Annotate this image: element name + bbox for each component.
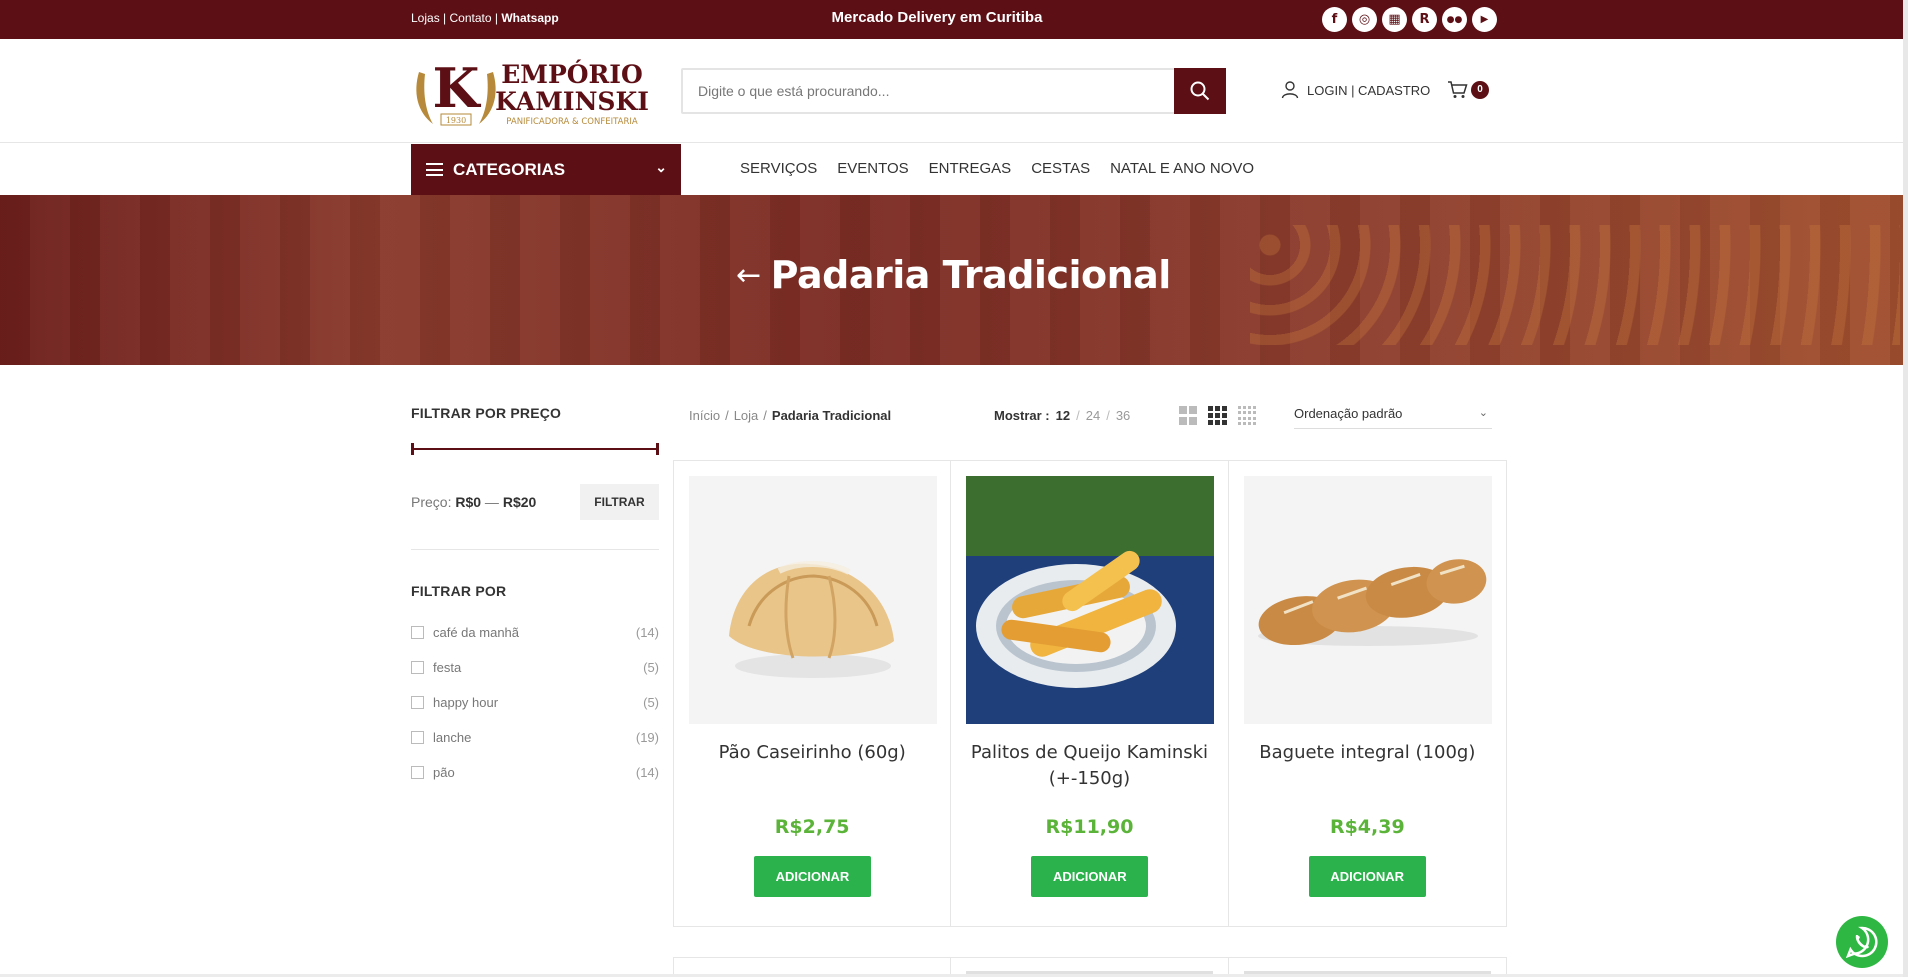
instagram-icon[interactable]: ◎ [1352,7,1377,32]
grid-3-icon[interactable] [1208,406,1227,425]
checkbox[interactable] [411,696,424,709]
divider [411,549,659,550]
price-range-row: Preço: R$0 — R$20 FILTRAR [411,484,659,520]
price-max: R$20 [502,494,537,510]
hamburger-icon [426,163,443,176]
cart-count-badge: 0 [1471,80,1489,99]
add-to-cart-button[interactable]: ADICIONAR [1308,856,1426,897]
product-card[interactable]: Pão Caseirinho (60g) R$2,75 ADICIONAR [674,461,952,926]
tripadvisor-icon[interactable]: ●● [1442,7,1467,32]
product-card[interactable]: Baguete integral (100g) R$4,39 ADICIONAR [1229,461,1506,926]
product-card[interactable]: Palitos de Queijo Kaminski (+-150g) R$11… [951,461,1229,926]
search-box [681,68,1226,114]
user-icon [1281,81,1299,99]
tag-filter-item[interactable]: festa (5) [411,650,659,685]
price-slider[interactable] [411,443,659,455]
price-slider-min-handle[interactable] [411,443,414,455]
login-link[interactable]: LOGIN | CADASTRO [1281,81,1430,99]
cart-button[interactable]: 0 [1447,80,1489,99]
page-title-text: Padaria Tradicional [770,253,1172,297]
rappi-icon[interactable]: R [1412,7,1437,32]
price-slider-max-handle[interactable] [656,443,659,455]
view-switcher [1179,406,1256,425]
product-image[interactable] [1243,476,1492,724]
product-title[interactable]: Baguete integral (100g) [1239,740,1496,766]
top-bar: Lojas | Contato | Whatsapp Mercado Deliv… [0,0,1908,39]
price-min: R$0 [455,494,482,510]
youtube-icon[interactable]: ▶ [1472,7,1497,32]
sidebar: FILTRAR POR PREÇO Preço: R$0 — R$20 FILT… [411,405,659,790]
menu-item-cestas[interactable]: CESTAS [1031,160,1090,177]
tag-filter-item[interactable]: lanche (19) [411,720,659,755]
tag-filter-list: café da manhã (14) festa (5) happy hour (5)… [411,615,659,790]
grid-4-icon[interactable] [1238,406,1256,425]
menu-item-entregas[interactable]: ENTREGAS [929,160,1012,177]
logo-brand-line2: KAMINSKI [495,87,649,116]
price-filter-title: FILTRAR POR PREÇO [411,405,562,421]
breadcrumb-home[interactable]: Início [689,408,720,423]
scrollbar[interactable] [1903,0,1908,977]
chevron-down-icon: ⌄ [1478,407,1488,419]
per-page-selector: Mostrar :12/24/36 [994,408,1131,423]
facebook-icon[interactable]: f [1322,7,1347,32]
back-arrow-icon[interactable]: ← [736,258,761,293]
sort-selected: Ordenação padrão [1294,406,1403,421]
product-image[interactable] [689,476,937,724]
product-price: R$2,75 [774,816,850,838]
logo-letter: K [433,56,482,120]
price-range-text: Preço: R$0 — R$20 [411,494,537,510]
breadcrumb-current: Padaria Tradicional [771,408,892,423]
whatsapp-float-button[interactable] [1836,916,1888,968]
product-title[interactable]: Palitos de Queijo Kaminski (+-150g) [961,740,1217,792]
sort-select[interactable]: Ordenação padrão ⌄ [1294,403,1492,429]
product-grid: Pão Caseirinho (60g) R$2,75 ADICIONAR Pa… [673,460,1507,927]
tag-filter-item[interactable]: pão (14) [411,755,659,790]
filter-by-title: FILTRAR POR [411,583,507,599]
search-input[interactable] [683,70,1179,112]
page-title: ← Padaria Tradicional [736,253,1171,297]
categories-label: CATEGORIAS [453,159,566,179]
checkbox[interactable] [411,661,424,674]
per-page-option[interactable]: 24 [1086,408,1100,423]
per-page-option[interactable]: 12 [1056,408,1070,423]
whatsapp-icon [1845,926,1878,959]
search-button[interactable] [1174,68,1226,114]
menu-item-servicos[interactable]: SERVIÇOS [740,160,817,177]
search-icon [1190,81,1210,101]
product-image[interactable] [966,476,1215,724]
main-menu: SERVIÇOS EVENTOS ENTREGAS CESTAS NATAL E… [740,160,1254,177]
checkbox[interactable] [411,766,424,779]
menu-item-eventos[interactable]: EVENTOS [837,160,908,177]
logo-tagline: PANIFICADORA & CONFEITARIA [506,117,638,127]
cart-icon [1448,81,1468,98]
checkbox[interactable] [411,731,424,744]
categories-button[interactable]: CATEGORIAS ⌄ [411,144,681,195]
menu-item-natal[interactable]: NATAL E ANO NOVO [1110,160,1254,177]
add-to-cart-button[interactable]: ADICIONAR [1031,856,1149,897]
tag-filter-item[interactable]: café da manhã (14) [411,615,659,650]
logo-year: 1930 [446,116,466,125]
grid-2-icon[interactable] [1179,406,1197,425]
store-icon[interactable]: ▦ [1382,7,1407,32]
product-price: R$11,90 [1045,816,1134,838]
breadcrumb: Início / Loja / Padaria Tradicional [689,408,892,423]
chevron-down-icon: ⌄ [655,159,667,175]
filter-button[interactable]: FILTRAR [580,484,659,520]
product-title[interactable]: Pão Caseirinho (60g) [684,740,940,766]
logo-brand-line1: EMPÓRIO [501,60,643,89]
site-logo[interactable]: K 1930 EMPÓRIO KAMINSKI PANIFICADORA & C… [411,52,661,130]
checkbox[interactable] [411,626,424,639]
tag-filter-item[interactable]: happy hour (5) [411,685,659,720]
social-links: f ◎ ▦ R ●● ▶ [1322,7,1497,32]
product-price: R$4,39 [1329,816,1405,838]
add-to-cart-button[interactable]: ADICIONAR [754,856,871,897]
login-label: LOGIN | CADASTRO [1307,82,1431,98]
per-page-option[interactable]: 36 [1116,408,1130,423]
per-page-label: Mostrar : [994,408,1050,423]
page-hero-banner: ← Padaria Tradicional [0,195,1903,365]
breadcrumb-shop[interactable]: Loja [734,408,759,423]
announcement: Mercado Delivery em Curitiba [831,9,1043,26]
